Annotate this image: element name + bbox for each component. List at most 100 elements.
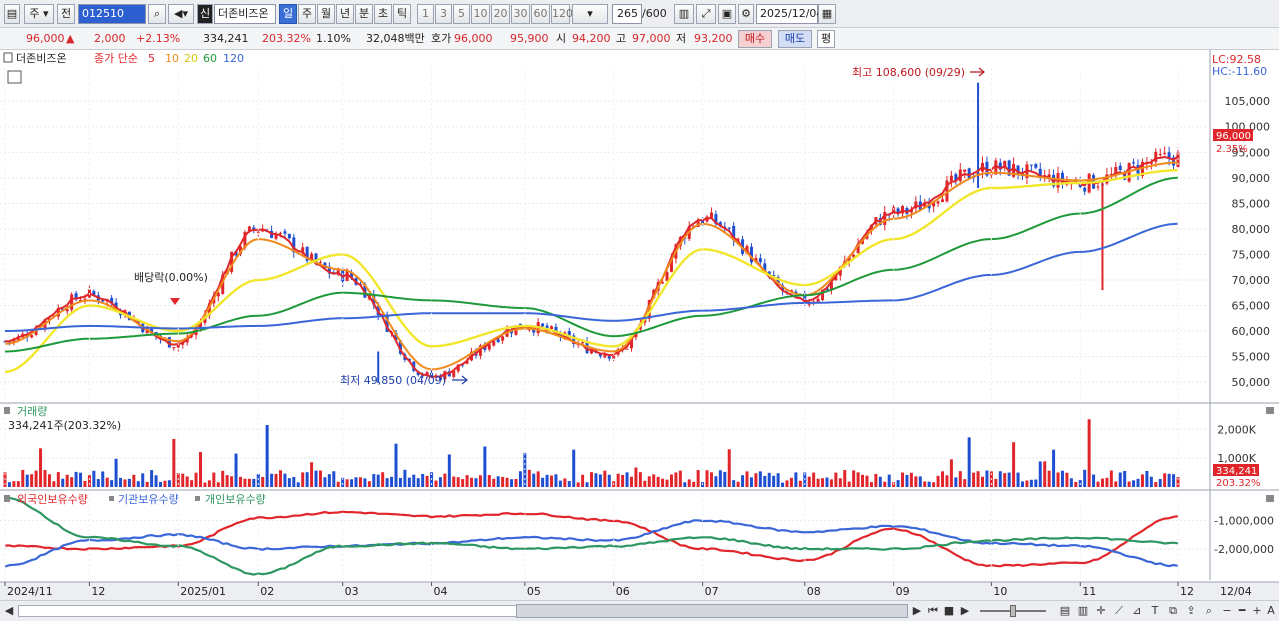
holdings-panel-icon[interactable]: [4, 495, 10, 502]
interval-tab-1[interactable]: 1: [417, 4, 434, 24]
stock-code-input[interactable]: 012510: [78, 4, 146, 24]
zoom-in-icon[interactable]: +: [1250, 603, 1264, 619]
toolbar: ▤ 주 ▾ 전 012510 ⌕ ◀▾ 신 더존비즈온 일주월년분초틱 1351…: [0, 0, 1279, 28]
magnify-icon[interactable]: ⌕: [1202, 603, 1216, 619]
save-icon[interactable]: ▣: [718, 4, 736, 24]
volume-panel-icon[interactable]: [4, 407, 10, 414]
buy-button[interactable]: 매수: [738, 30, 772, 48]
calendar-icon[interactable]: ▦: [818, 4, 836, 24]
volume-bar: [61, 478, 65, 487]
volume-bar: [21, 469, 25, 487]
copy-icon[interactable]: ⧉: [1166, 603, 1180, 619]
price-y-tick: 105,000: [1225, 95, 1271, 108]
candle-body: [936, 201, 940, 204]
quote-high-label: 고: [616, 32, 627, 45]
rewind-icon[interactable]: ⏮: [926, 603, 940, 619]
volume-tag-text: 334,241: [1216, 466, 1257, 477]
play-icon[interactable]: ▶: [958, 603, 972, 619]
scroll-track[interactable]: [18, 605, 518, 617]
volume-bar: [110, 480, 114, 487]
volume-close-icon[interactable]: [1266, 407, 1274, 414]
prev-button[interactable]: 전: [57, 4, 75, 24]
interval-tab-5[interactable]: 5: [453, 4, 470, 24]
export-icon[interactable]: ⇪: [1184, 603, 1198, 619]
volume-bar: [563, 478, 567, 487]
split-icon[interactable]: ▥: [1076, 603, 1090, 619]
scroll-right-icon[interactable]: ▶: [910, 603, 924, 619]
holdings-y-tick: -2,000,000: [1214, 543, 1274, 556]
volume-bar: [1114, 481, 1118, 487]
candle-body: [758, 258, 762, 263]
volume-bar: [487, 475, 491, 487]
volume-bar: [834, 472, 838, 487]
window-menu-icon[interactable]: ▤: [4, 4, 20, 24]
volume-bar: [56, 472, 60, 487]
period-tab-2[interactable]: 월: [317, 4, 335, 24]
table-toggle-icon[interactable]: [7, 70, 22, 84]
volume-bar: [1020, 481, 1024, 487]
zoom-out-icon[interactable]: −: [1220, 603, 1234, 619]
speaker-icon[interactable]: ◀▾: [168, 4, 194, 24]
scroll-left-icon[interactable]: ◀: [2, 603, 16, 619]
volume-bar: [385, 478, 389, 487]
volume-bar: [1109, 470, 1113, 487]
layout-icon[interactable]: ▤: [1058, 603, 1072, 619]
search-icon[interactable]: ⌕: [148, 4, 166, 24]
volume-bar: [12, 481, 16, 487]
ruler-icon[interactable]: ⊿: [1130, 603, 1144, 619]
font-size-icon[interactable]: A: [1264, 603, 1278, 619]
chart-svg[interactable]: 105,000100,00095,00090,00085,00080,00075…: [0, 50, 1279, 600]
stop-icon[interactable]: ■: [942, 603, 956, 619]
holdings-close-icon[interactable]: [1266, 495, 1274, 502]
candle-body: [1132, 162, 1136, 164]
date-input[interactable]: 2025/12/04: [756, 4, 823, 24]
period-tab-6[interactable]: 틱: [393, 4, 411, 24]
trendline-icon[interactable]: ⟋: [1112, 603, 1126, 619]
volume-bar: [878, 476, 882, 487]
period-tab-4[interactable]: 분: [355, 4, 373, 24]
bar-count-input[interactable]: 265: [612, 4, 642, 24]
text-tool-icon[interactable]: T: [1148, 603, 1162, 619]
volume-bar: [47, 474, 51, 487]
volume-bar: [941, 471, 945, 487]
chart-area[interactable]: 105,000 100,000 95,000 90,000 85,000 80,000 75…: [0, 50, 1279, 600]
candle-body: [665, 271, 669, 281]
eval-button[interactable]: 평: [817, 30, 835, 48]
volume-bar: [963, 479, 967, 487]
volume-bar: [887, 474, 891, 487]
scroll-thumb[interactable]: [516, 604, 908, 618]
zoom-reset-icon[interactable]: ━: [1235, 603, 1249, 619]
volume-bar: [647, 476, 651, 487]
interval-tab-120[interactable]: 120: [551, 4, 573, 24]
candle-type-icon[interactable]: ▥: [674, 4, 694, 24]
volume-bar: [136, 481, 140, 487]
volume-bar: [843, 470, 847, 487]
crosshair-icon[interactable]: ✛: [1094, 603, 1108, 619]
volume-bar: [1132, 480, 1136, 487]
gear-icon[interactable]: ⚙: [738, 4, 754, 24]
draw-tool-icon[interactable]: ⤢: [696, 4, 716, 24]
volume-bar: [1140, 474, 1144, 487]
chart-scrollbar[interactable]: ◀ ▶ ⏮ ■ ▶ ▤ ▥ ✛ ⟋ ⊿ T ⧉ ⇪ ⌕ − ━ + A: [0, 600, 1279, 621]
interval-tab-20[interactable]: 20: [491, 4, 510, 24]
interval-tab-3[interactable]: 3: [435, 4, 452, 24]
period-tab-3[interactable]: 년: [336, 4, 354, 24]
interval-tab-10[interactable]: 10: [471, 4, 490, 24]
period-tab-0[interactable]: 일: [279, 4, 297, 24]
volume-bar: [505, 477, 509, 487]
speed-slider-handle[interactable]: [1010, 605, 1016, 617]
sell-button[interactable]: 매도: [778, 30, 812, 48]
volume-bar: [669, 474, 673, 487]
stock-name-field[interactable]: 더존비즈온: [214, 4, 276, 24]
interval-tab-30[interactable]: 30: [511, 4, 530, 24]
volume-bar: [558, 480, 562, 487]
volume-bar: [994, 478, 998, 487]
interval-dropdown[interactable]: ▾: [572, 4, 608, 24]
volume-bar: [718, 470, 722, 487]
candle-body: [1163, 152, 1167, 154]
interval-tab-60[interactable]: 60: [531, 4, 550, 24]
market-select[interactable]: 주 ▾: [24, 4, 54, 24]
volume-bar: [789, 477, 793, 487]
period-tab-1[interactable]: 주: [298, 4, 316, 24]
period-tab-5[interactable]: 초: [374, 4, 392, 24]
